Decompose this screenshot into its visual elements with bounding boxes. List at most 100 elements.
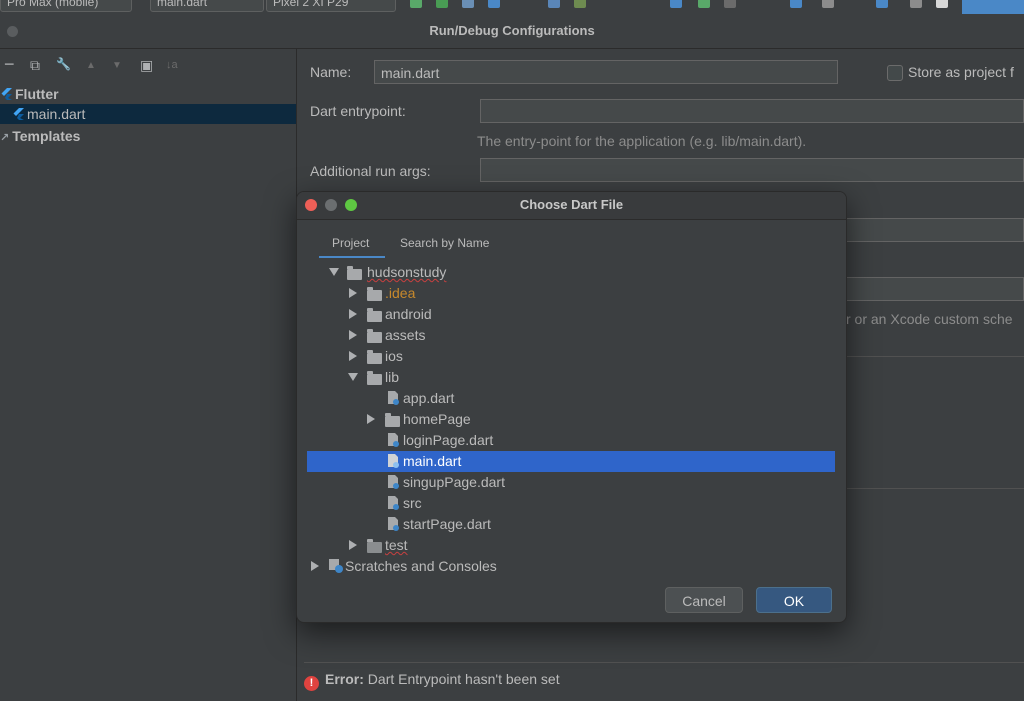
tree-node-homepage[interactable]: homePage [367, 409, 567, 430]
tree-node-lib[interactable]: lib [348, 367, 548, 388]
attach-icon[interactable] [488, 0, 500, 8]
hot-restart-icon[interactable] [574, 0, 586, 8]
node-label: src [403, 495, 422, 511]
tab-project[interactable]: Project [332, 236, 369, 250]
folder-icon [367, 308, 382, 322]
scratches-icon [329, 559, 343, 573]
dart-file-icon [388, 454, 399, 468]
collapse-arrow-icon[interactable] [311, 561, 319, 571]
tree-node-src[interactable]: src [387, 493, 587, 514]
node-label: assets [385, 327, 426, 343]
tree-node-hudsonstudy[interactable]: hudsonstudy [329, 262, 529, 283]
plugin-icon[interactable] [876, 0, 888, 8]
profile-icon[interactable] [462, 0, 474, 8]
move-up-icon[interactable]: ▲ [86, 60, 96, 71]
test-folder-icon [367, 539, 382, 553]
remove-icon[interactable]: − [4, 54, 15, 75]
folder-icon [367, 329, 382, 343]
dart-file-icon [388, 517, 399, 531]
dart-entrypoint-field[interactable] [480, 99, 1024, 123]
error-message: ! Error: Dart Entrypoint hasn't been set [304, 671, 560, 691]
cancel-button[interactable]: Cancel [665, 587, 743, 613]
separator [845, 356, 1024, 357]
update-badge[interactable] [962, 0, 1024, 14]
tree-node-android[interactable]: android [349, 304, 549, 325]
tree-node-startpage-dart[interactable]: startPage.dart [387, 514, 587, 535]
tree-node-idea[interactable]: .idea [349, 283, 549, 304]
node-label: test [385, 537, 408, 553]
config-tree-panel: − ⧉ 🔧 ▲ ▼ ▣ ↓a Flutter main.dart ↗ Templa… [0, 49, 297, 701]
emulator-selector[interactable]: Pixel 2 XI P29 [266, 0, 396, 12]
tree-item-label: Flutter [15, 86, 59, 102]
flutter-icon [13, 108, 24, 120]
node-label: app.dart [403, 390, 455, 406]
run-config-selector[interactable]: main.dart [150, 0, 264, 12]
tree-node-singuppage-dart[interactable]: singupPage.dart [387, 472, 587, 493]
wrench-icon: ↗ [0, 132, 10, 144]
tree-node-assets[interactable]: assets [349, 325, 549, 346]
tree-item-label: main.dart [27, 106, 86, 122]
debug-icon[interactable] [436, 0, 448, 8]
separator [845, 488, 1024, 489]
collapse-arrow-icon[interactable] [349, 540, 357, 550]
tree-node-ios[interactable]: ios [349, 346, 549, 367]
window-title: Run/Debug Configurations [429, 23, 595, 38]
folder-icon [367, 350, 382, 364]
hot-reload-icon[interactable] [548, 0, 560, 8]
node-label: homePage [403, 411, 471, 427]
tree-node-main-dart[interactable]: main.dart [307, 451, 835, 472]
collapse-arrow-icon[interactable] [349, 330, 357, 340]
tree-node-app-dart[interactable]: app.dart [387, 388, 587, 409]
tree-item-flutter[interactable]: Flutter [0, 84, 59, 104]
expand-arrow-icon[interactable] [348, 373, 358, 381]
tree-node-loginpage-dart[interactable]: loginPage.dart [387, 430, 587, 451]
active-tab-indicator [319, 256, 385, 258]
tree-node-scratches-and-consoles[interactable]: Scratches and Consoles [311, 556, 571, 577]
additional-attach-args-field[interactable] [845, 218, 1024, 242]
error-prefix: Error: [325, 671, 364, 687]
sort-icon[interactable]: ↓a [166, 59, 178, 71]
collapse-arrow-icon[interactable] [349, 351, 357, 361]
dart-file-icon [388, 391, 399, 405]
ide-toolbar: Pro Max (mobile) main.dart Pixel 2 XI P2… [0, 0, 1024, 15]
new-folder-icon[interactable]: ▣ [140, 57, 153, 74]
wrench-icon[interactable]: 🔧 [56, 57, 71, 71]
name-field[interactable]: main.dart [374, 60, 838, 84]
additional-run-args-field[interactable] [480, 158, 1024, 182]
tree-node-test[interactable]: test [349, 535, 549, 556]
search-icon[interactable] [910, 0, 922, 8]
avd-manager-icon[interactable] [822, 0, 834, 8]
dart-entrypoint-label: Dart entrypoint: [310, 103, 406, 119]
build-flavor-hint: r or an Xcode custom sche [846, 311, 1013, 327]
choose-dart-file-dialog: Choose Dart File Project Search by Name … [296, 191, 847, 623]
tree-item-templates[interactable]: ↗ Templates [0, 126, 80, 146]
copy-icon[interactable]: ⧉ [30, 57, 40, 74]
coverage-icon[interactable] [670, 0, 682, 8]
additional-run-args-label: Additional run args: [310, 163, 431, 179]
account-icon[interactable] [936, 0, 948, 8]
sdk-manager-icon[interactable] [790, 0, 802, 8]
store-as-project-checkbox[interactable] [887, 65, 903, 81]
folder-icon [367, 371, 382, 385]
entrypoint-hint: The entry-point for the application (e.g… [477, 133, 807, 149]
expand-arrow-icon[interactable] [329, 268, 339, 276]
build-flavor-field[interactable] [845, 277, 1024, 301]
collapse-arrow-icon[interactable] [349, 309, 357, 319]
tree-item-main-dart-config[interactable]: main.dart [0, 104, 296, 124]
run-icon[interactable] [410, 0, 422, 8]
build-icon[interactable] [698, 0, 710, 8]
stop-icon[interactable] [724, 0, 736, 8]
node-label: Scratches and Consoles [345, 558, 497, 574]
node-label: main.dart [403, 453, 462, 469]
move-down-icon[interactable]: ▼ [112, 60, 122, 71]
folder-icon [385, 413, 400, 427]
name-label: Name: [310, 64, 352, 80]
ok-button[interactable]: OK [756, 587, 832, 613]
node-label: ios [385, 348, 403, 364]
collapse-arrow-icon[interactable] [349, 288, 357, 298]
device-selector[interactable]: Pro Max (mobile) [0, 0, 132, 12]
error-icon: ! [304, 676, 319, 691]
dart-file-icon [388, 433, 399, 447]
tab-search-by-name[interactable]: Search by Name [400, 236, 489, 250]
collapse-arrow-icon[interactable] [367, 414, 375, 424]
